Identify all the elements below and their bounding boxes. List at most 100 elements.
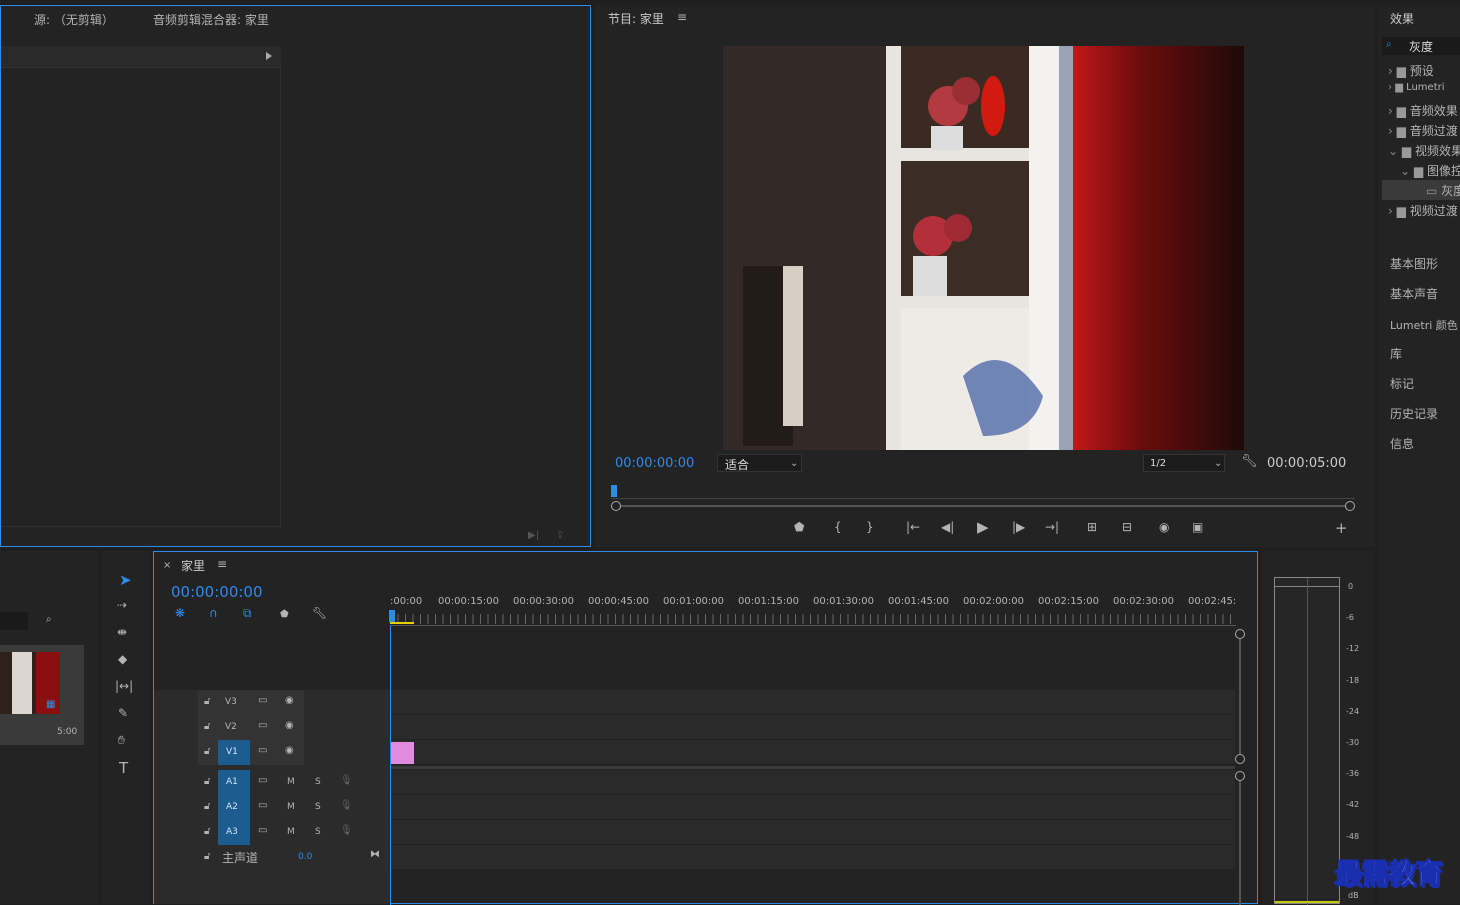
master-volume-value[interactable]: 0.0 [298, 852, 312, 862]
program-menu-icon[interactable]: ≡ [677, 10, 687, 24]
track-lane-master[interactable] [391, 845, 1235, 870]
tree-item-audio-transitions[interactable]: › ▆ 音频过渡 [1388, 122, 1460, 139]
lock-icon[interactable]: 🔓︎ [204, 801, 210, 812]
settings-wrench-icon[interactable]: 🔧︎ [1241, 454, 1258, 469]
lock-icon[interactable]: 🔓︎ [204, 746, 210, 757]
scroll-handle[interactable] [1235, 629, 1245, 639]
sync-lock-icon[interactable]: ▭ [258, 800, 267, 811]
sync-lock-icon[interactable]: ▭ [258, 745, 267, 756]
track-lane-v3[interactable] [391, 690, 1235, 715]
track-select-tool-icon[interactable]: ⇢ [117, 598, 127, 612]
timeline-menu-icon[interactable]: ≡ [217, 557, 227, 571]
tree-item-grayscale[interactable]: ▭ 灰度 [1382, 180, 1460, 200]
tree-item-audio-effects[interactable]: › ▆ 音频效果 [1388, 102, 1460, 119]
export-icon[interactable]: ⇪ [556, 530, 564, 541]
panel-libraries[interactable]: 库 [1390, 345, 1402, 362]
av-divider[interactable] [391, 766, 1235, 769]
tree-item-image-control[interactable]: ⌄ ▆ 图像控制 [1400, 162, 1460, 179]
solo-button[interactable]: S [315, 777, 321, 787]
track-label-active[interactable]: V1 [218, 740, 250, 765]
play-arrow-icon[interactable] [266, 52, 272, 60]
scroll-handle[interactable] [1235, 754, 1245, 764]
panel-info[interactable]: 信息 [1390, 435, 1414, 452]
track-label-active[interactable]: A1 [218, 770, 250, 795]
program-title[interactable]: 节目: 家里 [608, 10, 664, 27]
program-timecode[interactable]: 00:00:00:00 [615, 456, 694, 471]
lock-icon[interactable]: 🔓︎ [204, 851, 210, 862]
track-label[interactable]: V2 [225, 722, 237, 732]
tree-item-presets[interactable]: › ▆ 预设 [1388, 62, 1460, 79]
play-icon[interactable]: ▶ [977, 518, 989, 536]
tree-item-video-effects[interactable]: ⌄ ▆ 视频效果 [1388, 142, 1460, 159]
razor-tool-icon[interactable]: ◆ [118, 652, 127, 666]
track-lane-a3[interactable] [391, 820, 1235, 845]
extract-icon[interactable]: ⊟ [1122, 520, 1132, 534]
add-button-icon[interactable]: + [1335, 519, 1348, 537]
find-icon[interactable]: ⌕ [46, 614, 52, 625]
mute-button[interactable]: M [287, 777, 295, 787]
program-ruler[interactable] [611, 485, 1355, 499]
go-to-out-icon[interactable]: →| [1045, 520, 1059, 534]
lock-icon[interactable]: 🔓︎ [204, 776, 210, 787]
track-lane-a2[interactable] [391, 795, 1235, 820]
track-lane-v1[interactable] [391, 740, 1235, 765]
mute-button[interactable]: M [287, 827, 295, 837]
close-icon[interactable]: × [163, 560, 171, 571]
snap-icon[interactable]: ∩ [209, 606, 218, 620]
sync-lock-icon[interactable]: ▭ [258, 775, 267, 786]
track-label[interactable]: V3 [225, 697, 237, 707]
effects-search-input[interactable]: 灰度 [1409, 38, 1433, 55]
linked-selection-icon[interactable]: ⧉ [243, 606, 252, 621]
add-marker-icon[interactable]: ⬟ [794, 520, 804, 534]
playhead[interactable] [611, 485, 617, 497]
insert-icon[interactable]: ▶| [528, 530, 539, 541]
eye-icon[interactable]: ◉ [285, 745, 294, 756]
step-forward-icon[interactable]: |▶ [1012, 520, 1025, 534]
lift-icon[interactable]: ⊞ [1087, 520, 1097, 534]
solo-button[interactable]: S [315, 827, 321, 837]
scroll-handle[interactable] [1235, 771, 1245, 781]
project-item[interactable]: ▦ 5:00 [0, 645, 84, 745]
eye-icon[interactable]: ◉ [285, 695, 294, 706]
track-label-active[interactable]: A2 [218, 795, 250, 820]
add-marker-icon[interactable]: ⬟ [280, 609, 289, 620]
mark-in-icon[interactable]: { [834, 520, 842, 534]
sync-lock-icon[interactable]: ▭ [258, 720, 267, 731]
microphone-icon[interactable]: 🎙︎ [340, 800, 353, 811]
project-search[interactable] [0, 612, 28, 630]
resolution-dropdown[interactable]: 1/2 ⌄ [1143, 454, 1225, 472]
effects-title[interactable]: 效果 [1390, 10, 1414, 27]
track-lane-a1[interactable] [391, 770, 1235, 795]
lock-icon[interactable]: 🔓︎ [204, 696, 210, 707]
step-back-icon[interactable]: ◀| [941, 520, 954, 534]
tab-source[interactable]: 源: （无剪辑） [34, 11, 114, 28]
panel-markers[interactable]: 标记 [1390, 375, 1414, 392]
type-tool-icon[interactable]: T [119, 759, 128, 777]
fit-dropdown[interactable]: 适合 ⌄ [717, 454, 802, 472]
mark-out-icon[interactable]: } [866, 520, 874, 534]
panel-history[interactable]: 历史记录 [1390, 405, 1438, 422]
work-area-bar[interactable] [390, 622, 414, 624]
panel-essential-sound[interactable]: 基本声音 [1390, 285, 1438, 302]
microphone-icon[interactable]: 🎙︎ [340, 825, 353, 836]
zoom-handle-left[interactable] [611, 501, 621, 511]
timeline-timecode[interactable]: 00:00:00:00 [171, 583, 263, 601]
track-lane-v2[interactable] [391, 715, 1235, 740]
track-label-active[interactable]: A3 [218, 820, 250, 845]
time-ruler[interactable]: :00:00 00:00:15:00 00:00:30:00 00:00:45:… [389, 592, 1236, 626]
video-clip[interactable] [391, 742, 414, 764]
mute-button[interactable]: M [287, 802, 295, 812]
compare-icon[interactable]: ▣ [1192, 520, 1203, 534]
zoom-handle-right[interactable] [1345, 501, 1355, 511]
microphone-icon[interactable]: 🎙︎ [340, 775, 353, 786]
go-to-end-icon[interactable]: ⧓ [370, 849, 380, 860]
panel-lumetri-color[interactable]: Lumetri 颜色 [1390, 317, 1458, 333]
tree-item-video-transitions[interactable]: › ▆ 视频过渡 [1388, 202, 1460, 219]
lock-icon[interactable]: 🔓︎ [204, 721, 210, 732]
pen-tool-icon[interactable]: ✎ [118, 706, 128, 720]
tree-item-lumetri[interactable]: › ▆ Lumetri [1388, 82, 1460, 93]
program-zoom-bar[interactable] [611, 501, 1355, 511]
effects-search[interactable]: ⌕ 灰度 [1382, 37, 1460, 55]
eye-icon[interactable]: ◉ [285, 720, 294, 731]
sync-lock-icon[interactable]: ▭ [258, 825, 267, 836]
